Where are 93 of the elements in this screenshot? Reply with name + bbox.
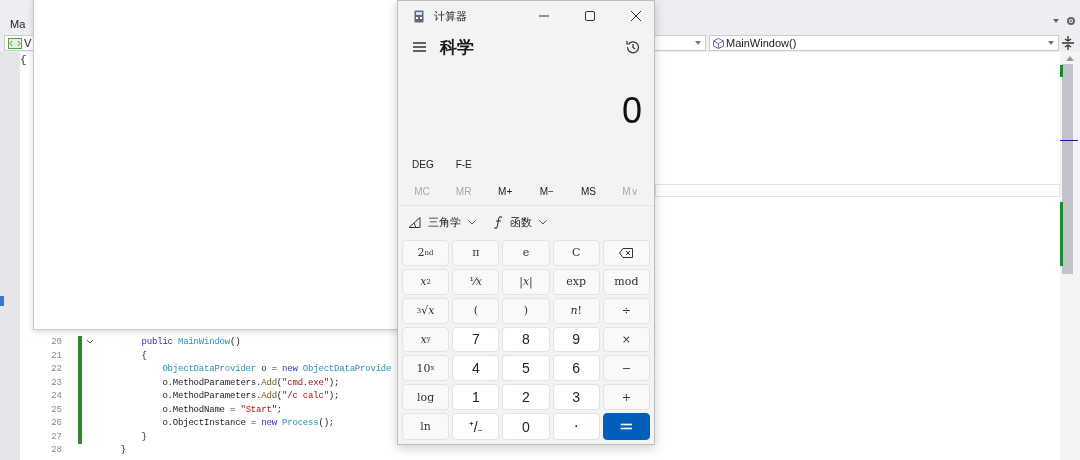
memory-button[interactable]: M+ [485,177,526,205]
change-marker [1060,65,1063,77]
calc-key[interactable]: + [602,384,650,410]
calc-key[interactable]: exp [552,268,600,295]
calc-key[interactable]: ln [402,413,450,440]
calc-key[interactable]: 0 [502,413,550,440]
dropdown-text: MainWindow() [726,37,797,49]
function-menu[interactable]: 三角学 [404,210,480,234]
calc-key[interactable]: log [402,384,450,410]
scroll-up-icon [1066,56,1074,61]
calc-key[interactable]: |x| [502,268,550,295]
calc-key[interactable]: x$^{y}$ [402,326,450,353]
calc-key[interactable]: 1 [452,384,500,410]
code-line: o.MethodName = "Start"; [161,404,283,415]
line-number: 28 [50,445,62,456]
calc-key[interactable]: n! [552,297,600,324]
calc-key[interactable]: . [552,413,600,440]
marker [0,296,4,306]
line-number: 27 [50,431,62,442]
chevron-icon [539,219,547,225]
calc-key[interactable]: ) [502,297,550,324]
line-number: 26 [50,418,62,429]
memory-button[interactable]: M− [526,177,567,205]
calc-key[interactable]: 5 [502,355,550,382]
document-tab[interactable]: Ma [10,18,26,30]
settings-icon [1066,16,1076,26]
split-icon [1062,36,1074,50]
code-line: } [140,431,147,442]
menu-icon [413,42,426,52]
calc-key[interactable]: × [602,326,650,353]
code-line: o.ObjectInstance = new Process(); [161,418,335,429]
calculator-icon [414,9,424,23]
code-line: o.MethodParameters.Add("cmd.exe"); [161,377,340,388]
maximize-icon [585,11,595,21]
member-dropdown[interactable]: MainWindow() [709,35,1059,51]
calc-key[interactable]: ⁺/₋ [452,413,500,440]
close-icon [631,11,641,21]
line-number: 25 [50,404,62,415]
mode-button[interactable]: DEG [404,154,442,174]
calc-key[interactable]: 9 [552,326,600,353]
code-line: { [20,53,27,66]
calc-key[interactable]: 4 [452,355,500,382]
menu-button[interactable] [411,40,428,54]
mode-button[interactable]: F-E [447,154,480,174]
calc-key[interactable]: 2$^{nd}$ [402,240,450,266]
calc-key[interactable]: 10$^{x}$ [402,355,450,382]
memory-button[interactable]: MS [568,177,609,205]
line-number: 20 [50,337,62,348]
calc-key[interactable]: mod [602,268,650,295]
backspace-icon [619,247,634,258]
caret-icon [1048,41,1054,45]
calc-key[interactable]: π [452,240,500,266]
caret-icon [695,41,701,45]
calc-key[interactable]: 2 [502,384,550,410]
calc-key[interactable]: 7 [452,326,500,353]
calc-key[interactable]: 3 [552,384,600,410]
function-menu[interactable]: 函数 [490,210,551,234]
calc-key[interactable]: x$^{2}$ [402,268,450,295]
calc-key[interactable]: C [552,240,600,266]
line-number: 21 [50,350,62,361]
history-button[interactable] [624,38,642,56]
line-number: 23 [50,377,62,388]
mode-title: 科学 [440,35,474,59]
change-marker [1060,202,1063,266]
calc-key[interactable]: ¹⁄x [452,268,500,295]
calc-key[interactable]: ÷ [602,297,650,324]
function-icon [494,215,503,229]
code-line: public MainWindow() [140,337,241,348]
code-line: } [119,445,126,456]
calc-key[interactable]: ( [452,297,500,324]
class-icon [8,37,22,49]
line-number: 24 [50,391,62,402]
chevron-icon [468,219,476,225]
code-line: o.MethodParameters.Add("/c calc"); [161,391,340,402]
dropdown-text: V [24,37,32,49]
calc-key[interactable]: − [602,355,650,382]
code-line: { [140,350,147,361]
history-icon [626,40,640,54]
code-line: ObjectDataProvider o = new ObjectDataProvide [161,364,392,375]
calc-key[interactable]: e [502,240,550,266]
window-title: 计算器 [434,8,467,24]
dropdown-icon [1052,18,1060,24]
calc-key[interactable]: $^{3}$√x [402,297,450,324]
calc-key[interactable]: 8 [502,326,550,353]
result-display: 0 [620,89,643,133]
calc-key[interactable]: 6 [552,355,600,382]
line-number: 22 [50,364,62,375]
scrollbar-thumb[interactable] [1062,64,1073,274]
caret-marker [1060,140,1078,141]
cube-icon [713,37,724,49]
backspace-button[interactable] [602,240,650,266]
calc-key[interactable]: = [602,413,650,440]
triangle-icon [408,216,421,228]
